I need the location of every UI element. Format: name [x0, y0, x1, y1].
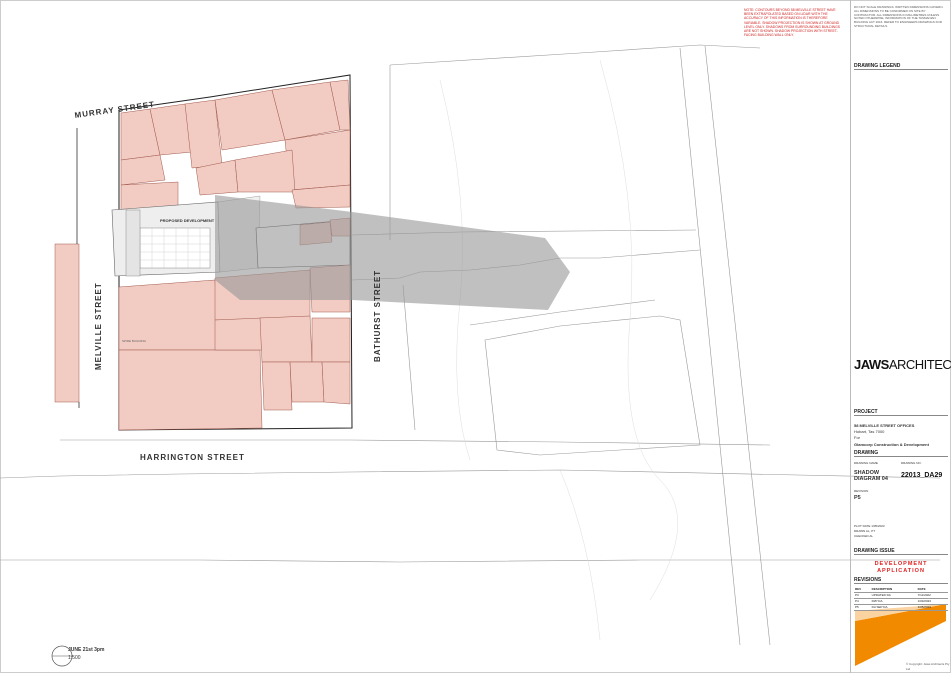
title-block: NOTE: CONTOURS BEYOND 58 MELVILLE STREET… [744, 0, 951, 673]
drawing-name-label: DRAWING NAME [854, 461, 878, 465]
drawing-number: 22013_DA29 [901, 472, 943, 479]
issue-status: DEVELOPMENT APPLICATION [854, 561, 948, 575]
checked-by: CHECKED AL [854, 534, 874, 538]
proposed-development: PROPOSED DEVELOPMENT [111, 201, 221, 277]
project-heading: PROJECT [854, 410, 948, 416]
shadow-projection [215, 195, 570, 310]
drawing-name: SHADOW DIAGRAM 04 [854, 470, 888, 482]
spire-label: SPIRE BUILDING [122, 339, 147, 343]
revision-value: P5 [854, 495, 861, 501]
project-location: Hobart, Tas 7000 [854, 429, 885, 434]
revision-label: REVISION [854, 489, 869, 493]
general-notes: DO NOT SCALE DRAWINGS. WRITTEN DIMENSION… [854, 5, 944, 28]
revisions-heading: REVISIONS [854, 578, 948, 584]
red-note: NOTE: CONTOURS BEYOND 58 MELVILLE STREET… [744, 8, 841, 38]
drawing-heading: DRAWING [854, 451, 948, 457]
building-west-edge [54, 243, 80, 403]
proposed-label: PROPOSED DEVELOPMENT [160, 218, 215, 223]
street-bathurst: BATHURST STREET [373, 270, 382, 362]
legend-heading: DRAWING LEGEND [854, 64, 948, 70]
company-logo: JAWSARCHITECTS [854, 357, 951, 372]
issue-heading: DRAWING ISSUE [854, 549, 948, 555]
street-harrington: HARRINGTON STREET [140, 453, 245, 462]
scale-time: JUNE 21st 3pm [68, 647, 105, 653]
revisions-table: REV DESCRIPTION DATE P3 UPDATED DA 7/11/… [854, 587, 948, 611]
issue-line-1: DEVELOPMENT [874, 561, 928, 567]
issue-line-2: APPLICATION [877, 568, 925, 574]
table-row: P5 DA SEP DA 1/05/2023 [854, 604, 948, 611]
contour-lines [439, 59, 678, 641]
copyright: © Copyright: Jaws Architects Pty Ltd [906, 662, 950, 671]
buildings-north [120, 79, 351, 211]
site-plan: PROPOSED DEVELOPMENT SPIRE BUILDING MURR… [0, 0, 951, 673]
project-for: For [854, 435, 860, 440]
drawing-sheet: PROPOSED DEVELOPMENT SPIRE BUILDING MURR… [0, 0, 951, 673]
street-melville: MELVILLE STREET [94, 282, 103, 370]
client-name: Glamcorp Construction & Development [854, 442, 929, 447]
project-name: 58 MELVILLE STREET OFFICES [854, 423, 915, 428]
drawing-no-label: DRAWING NO. [901, 461, 922, 465]
scale-ratio: 1:500 [68, 655, 81, 661]
